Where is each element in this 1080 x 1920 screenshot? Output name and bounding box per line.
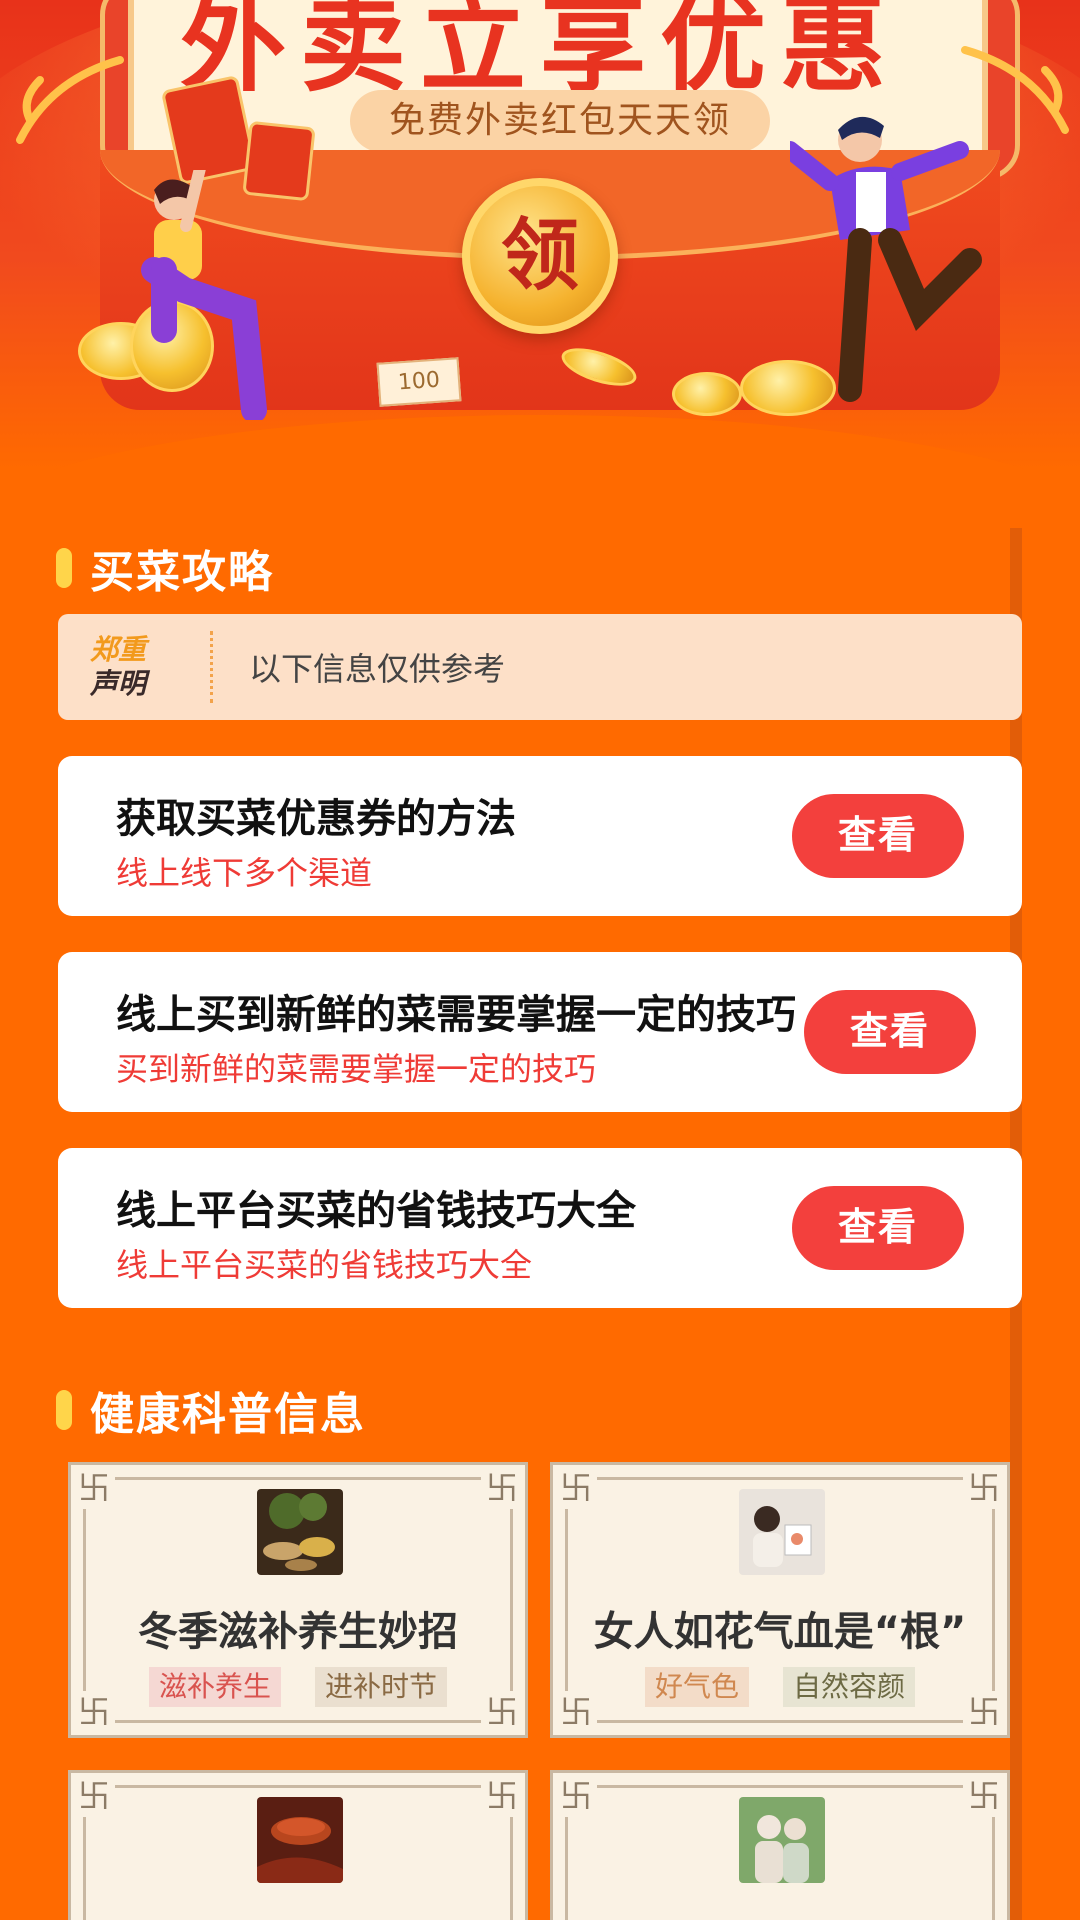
health-article-card[interactable]: 卐 卐 卐 卐 女人如花气血是“根” 好气色 自然容颜	[550, 1462, 1010, 1738]
voucher-ticket: 100	[376, 357, 462, 407]
tip-title: 获取买菜优惠券的方法	[116, 796, 516, 842]
claim-coin-button[interactable]: 领	[462, 178, 618, 334]
disclaimer-badge: 郑重 声明	[90, 633, 200, 701]
section-title: 健康科普信息	[90, 1389, 366, 1440]
corner-ornament-icon: 卐	[963, 1775, 1005, 1817]
corner-ornament-icon: 卐	[481, 1775, 523, 1817]
section-header-shopping-guide: 买菜攻略	[56, 536, 274, 600]
section-header-health-info: 健康科普信息	[56, 1378, 366, 1442]
view-button[interactable]: 查看	[792, 794, 964, 878]
leaf-decoration-left-icon	[16, 56, 124, 144]
tag: 好气色	[644, 1667, 749, 1707]
tip-subtitle: 线上线下多个渠道	[116, 854, 373, 892]
corner-ornament-icon: 卐	[555, 1775, 597, 1817]
tip-subtitle: 线上平台买菜的省钱技巧大全	[116, 1246, 533, 1284]
tip-title: 线上买到新鲜的菜需要掌握一定的技巧	[116, 992, 796, 1038]
tag-list: 滋补养生 进补时节	[71, 1667, 525, 1707]
health-article-card[interactable]: 卐 卐 卐 卐 冬季滋补养生妙招 滋补养生 进补时节	[68, 1462, 528, 1738]
view-button[interactable]: 查看	[804, 990, 976, 1074]
corner-ornament-icon: 卐	[963, 1467, 1005, 1509]
section-bar	[56, 548, 72, 588]
tag: 滋补养生	[148, 1667, 281, 1707]
coin-icon	[672, 372, 742, 416]
tip-card[interactable]: 线上平台买菜的省钱技巧大全 线上平台买菜的省钱技巧大全 查看	[58, 1148, 1022, 1308]
claim-label: 领	[500, 211, 579, 301]
corner-ornament-icon: 卐	[73, 1775, 115, 1817]
dotted-divider	[210, 631, 213, 703]
herbs-thumbnail	[257, 1489, 343, 1575]
tag: 进补时节	[315, 1667, 448, 1707]
tip-card[interactable]: 线上买到新鲜的菜需要掌握一定的技巧 买到新鲜的菜需要掌握一定的技巧 查看	[58, 952, 1022, 1112]
badge-line-1: 郑重	[90, 633, 147, 666]
tip-subtitle: 买到新鲜的菜需要掌握一定的技巧	[116, 1050, 597, 1088]
badge-line-2: 声明	[90, 667, 147, 700]
tip-card[interactable]: 获取买菜优惠券的方法 线上线下多个渠道 查看	[58, 756, 1022, 916]
promo-banner[interactable]: 外卖立享优惠 免费外卖红包天天领 领 100	[0, 0, 1080, 470]
disclaimer-text: 以下信息仅供参考	[249, 650, 506, 688]
health-article-card[interactable]: 卐 卐	[68, 1770, 528, 1920]
tip-title: 线上平台买菜的省钱技巧大全	[116, 1188, 636, 1234]
view-button[interactable]: 查看	[792, 1186, 964, 1270]
tag: 自然容颜	[783, 1667, 916, 1707]
section-title: 买菜攻略	[90, 547, 274, 598]
card-title: 女人如花气血是“根”	[593, 1609, 967, 1655]
woman-reading-thumbnail	[739, 1489, 825, 1575]
man-dancing-illustration	[790, 116, 982, 402]
spice-bowl-thumbnail	[257, 1797, 343, 1883]
disclaimer-notice: 郑重 声明 以下信息仅供参考	[58, 614, 1022, 720]
corner-ornament-icon: 卐	[555, 1467, 597, 1509]
banner-bottom-curve	[0, 415, 1080, 470]
woman-cheering-illustration	[141, 170, 267, 420]
tag-list: 好气色 自然容颜	[553, 1667, 1007, 1707]
banner-subtitle: 免费外卖红包天天领	[350, 90, 770, 152]
corner-ornament-icon: 卐	[73, 1467, 115, 1509]
elderly-couple-thumbnail	[739, 1797, 825, 1883]
section-bar	[56, 1390, 72, 1430]
card-title: 冬季滋补养生妙招	[138, 1609, 458, 1655]
health-article-card[interactable]: 卐 卐	[550, 1770, 1010, 1920]
corner-ornament-icon: 卐	[481, 1467, 523, 1509]
